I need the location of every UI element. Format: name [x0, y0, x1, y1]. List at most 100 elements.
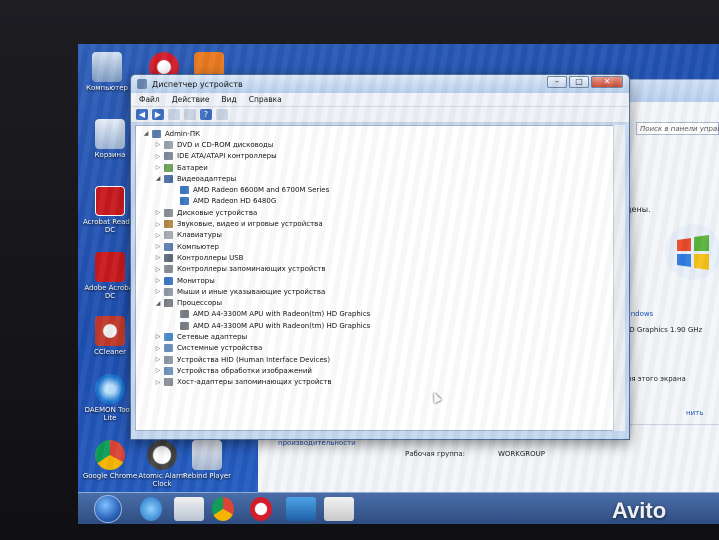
tree-node[interactable]: ▷ Контроллеры запоминающих устройств — [142, 264, 614, 275]
tree-node[interactable]: ▷ Системные устройства — [142, 343, 614, 354]
toolbar: ◀ ▶ ? — [131, 107, 629, 123]
forward-arrow-icon[interactable]: ▶ — [152, 109, 164, 120]
internet-explorer-icon[interactable] — [140, 497, 162, 521]
tree-node-label: Компьютер — [177, 242, 219, 251]
expand-toggle-icon[interactable]: ▷ — [154, 333, 162, 340]
tree-node[interactable]: ▷ Компьютер — [142, 241, 614, 252]
expand-toggle-icon[interactable]: ▷ — [154, 164, 162, 171]
vertical-scrollbar[interactable] — [613, 125, 625, 431]
explorer-icon[interactable] — [174, 497, 204, 521]
tree-node[interactable]: ◢ Видеоадаптеры — [142, 173, 614, 184]
expand-toggle-icon[interactable]: ◢ — [154, 300, 162, 307]
tree-node-label: AMD A4-3300M APU with Radeon(tm) HD Grap… — [193, 321, 371, 330]
device-net-icon — [164, 332, 173, 341]
menu-view[interactable]: Вид — [221, 95, 236, 104]
rebind-player-icon — [192, 440, 222, 470]
expand-toggle-icon[interactable]: ◢ — [142, 130, 150, 137]
system-window-titlebar — [619, 80, 719, 102]
alarm-clock-icon — [147, 440, 177, 470]
start-button[interactable] — [94, 495, 122, 523]
control-panel-search-input[interactable]: Поиск в панели управл — [636, 122, 719, 135]
device-dvd-icon — [164, 140, 173, 149]
device-img-icon — [164, 366, 173, 375]
cpu-frequency-text: HD Graphics 1.90 GHz — [624, 326, 703, 334]
screen-info-text: для этого экрана — [622, 375, 686, 383]
expand-toggle-icon[interactable]: ▷ — [154, 345, 162, 352]
scan-hardware-icon[interactable] — [216, 109, 228, 120]
device-bat-icon — [164, 163, 173, 172]
desktop-icon-label: Rebind Player — [182, 472, 232, 480]
tree-node[interactable]: ▷ Сетевые адаптеры — [142, 331, 614, 342]
tree-node-label: AMD Radeon HD 6480G — [193, 197, 277, 206]
expand-toggle-icon[interactable]: ▷ — [154, 209, 162, 216]
system-taskbar-icon[interactable] — [324, 497, 354, 521]
expand-toggle-icon[interactable]: ▷ — [154, 232, 162, 239]
tree-node-label: DVD и CD-ROM дисководы — [177, 140, 274, 149]
tree-node[interactable]: ▷ Дисковые устройства — [142, 207, 614, 218]
menu-help[interactable]: Справка — [249, 95, 282, 104]
device-sys-icon — [164, 344, 173, 353]
device-cpu-icon — [180, 310, 189, 319]
device-cpu-icon — [164, 299, 173, 308]
tree-node-label: Хост-адаптеры запоминающих устройств — [177, 378, 332, 387]
tree-node[interactable]: ▷ Батареи — [142, 162, 614, 173]
tree-node[interactable]: ▷ Хост-адаптеры запоминающих устройств — [142, 377, 614, 388]
menu-action[interactable]: Действие — [172, 95, 210, 104]
expand-toggle-icon[interactable]: ▷ — [154, 141, 162, 148]
tree-node-label: Клавиатуры — [177, 231, 222, 240]
tree-node[interactable]: ▷ Устройства HID (Human Interface Devices… — [142, 354, 614, 365]
expand-toggle-icon[interactable]: ▷ — [154, 288, 162, 295]
properties-icon[interactable] — [184, 109, 196, 120]
expand-toggle-icon[interactable]: ▷ — [154, 367, 162, 374]
tree-node[interactable]: AMD A4-3300M APU with Radeon(tm) HD Grap… — [142, 320, 614, 331]
expand-toggle-icon[interactable]: ▷ — [154, 221, 162, 228]
menu-file[interactable]: Файл — [139, 95, 160, 104]
expand-toggle-icon[interactable]: ▷ — [154, 153, 162, 160]
back-arrow-icon[interactable]: ◀ — [136, 109, 148, 120]
tree-node[interactable]: ▷ Клавиатуры — [142, 230, 614, 241]
change-settings-link[interactable]: нить — [686, 409, 703, 417]
tree-node[interactable]: ◢ Процессоры — [142, 297, 614, 308]
desktop-icon-computer[interactable]: Компьютер — [78, 52, 138, 92]
expand-toggle-icon[interactable]: ▷ — [154, 379, 162, 386]
desktop-icon-rebind-player[interactable]: Rebind Player — [176, 440, 238, 480]
tree-node[interactable]: AMD Radeon 6600M and 6700M Series — [142, 184, 614, 195]
device-manager-taskbar-icon[interactable] — [286, 497, 316, 521]
tree-node[interactable]: ▷ Мыши и иные указывающие устройства — [142, 286, 614, 297]
tree-node[interactable]: ▷ Мониторы — [142, 275, 614, 286]
tree-node-label: Контроллеры USB — [177, 253, 244, 262]
maximize-button[interactable]: □ — [569, 76, 589, 88]
minimize-button[interactable]: – — [547, 76, 567, 88]
tree-node[interactable]: AMD A4-3300M APU with Radeon(tm) HD Grap… — [142, 309, 614, 320]
tree-node[interactable]: ▷ Устройства обработки изображений — [142, 365, 614, 376]
expand-toggle-icon[interactable]: ▷ — [154, 356, 162, 363]
expand-toggle-icon[interactable]: ▷ — [154, 243, 162, 250]
expand-toggle-icon[interactable]: ▷ — [154, 277, 162, 284]
tree-node[interactable]: ▷ Контроллеры USB — [142, 252, 614, 263]
recycle-bin-icon — [95, 119, 125, 149]
device-tree: ◢ Admin-ПК ▷ DVD и CD-ROM дисководы ▷ IDE ATA… — [135, 125, 615, 431]
tree-node-label: Мониторы — [177, 276, 215, 285]
tree-node[interactable]: ▷ Звуковые, видео и игровые устройства — [142, 218, 614, 229]
expand-toggle-icon[interactable]: ▷ — [154, 254, 162, 261]
workgroup-label: Рабочая группа: — [405, 450, 466, 458]
expand-toggle-icon[interactable]: ▷ — [154, 266, 162, 273]
chrome-taskbar-icon[interactable] — [212, 497, 234, 521]
device-disk-icon — [164, 208, 173, 217]
close-button[interactable]: ✕ — [591, 76, 623, 88]
tree-node[interactable]: ▷ IDE ATA/ATAPI контроллеры — [142, 151, 614, 162]
show-hide-tree-icon[interactable] — [168, 109, 180, 120]
device-kbd-icon — [164, 231, 173, 240]
expand-toggle-icon[interactable]: ◢ — [154, 175, 162, 182]
tree-node[interactable]: AMD Radeon HD 6480G — [142, 196, 614, 207]
tree-node-label: Сетевые адаптеры — [177, 332, 248, 341]
tree-node-label: Устройства обработки изображений — [177, 366, 312, 375]
tree-node-label: Устройства HID (Human Interface Devices) — [177, 355, 331, 364]
acrobat-reader-icon — [95, 186, 125, 216]
help-icon[interactable]: ? — [200, 109, 212, 120]
opera-taskbar-icon[interactable] — [250, 497, 272, 521]
tree-node[interactable]: ◢ Admin-ПК — [142, 128, 614, 139]
tree-node-label: IDE ATA/ATAPI контроллеры — [177, 152, 277, 161]
tree-node[interactable]: ▷ DVD и CD-ROM дисководы — [142, 139, 614, 150]
device-mon-icon — [180, 197, 189, 206]
